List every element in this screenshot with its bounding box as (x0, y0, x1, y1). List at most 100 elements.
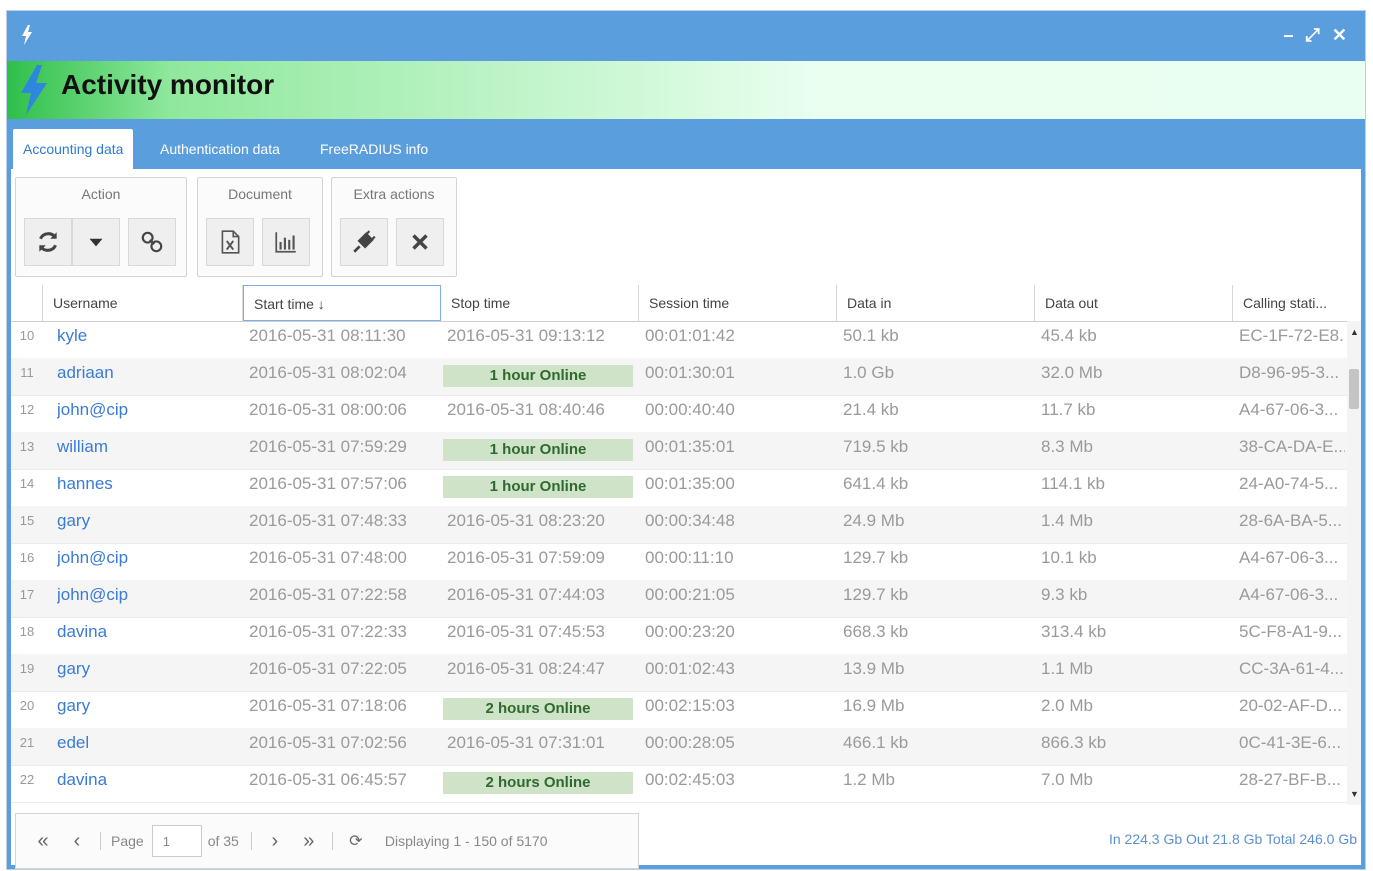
maximize-button[interactable]: ⤢ (1306, 25, 1320, 45)
column-data-out[interactable]: Data out (1035, 285, 1233, 321)
column-stop-time[interactable]: Stop time (441, 285, 639, 321)
column-username[interactable]: Username (43, 285, 243, 321)
table-row[interactable]: 10 kyle 2016-05-31 08:11:30 2016-05-31 09:1… (11, 321, 1347, 359)
table-row[interactable]: 19 gary 2016-05-31 07:22:05 2016-05-31 08:2… (11, 654, 1347, 692)
dropdown-button[interactable] (72, 218, 120, 266)
tab-bar: Accounting data Authentication data Free… (7, 119, 1365, 169)
start-time-cell: 2016-05-31 08:00:06 (249, 400, 407, 419)
data-in-cell: 466.1 kb (843, 733, 909, 752)
table-row[interactable]: 22 davina 2016-05-31 06:45:57 2 hours Onlin… (11, 765, 1347, 803)
pager-refresh-icon[interactable]: ⟳ (339, 831, 373, 851)
username-link[interactable]: edel (57, 728, 237, 765)
row-number: 11 (20, 365, 34, 380)
column-session-time[interactable]: Session time (639, 285, 837, 321)
username-link[interactable]: william (57, 432, 237, 469)
close-button[interactable]: ✕ (1332, 25, 1347, 45)
refresh-icon (39, 232, 57, 252)
tab-accounting-data[interactable]: Accounting data (13, 129, 134, 169)
calling-station-cell: D8-96-95-3... (1239, 363, 1340, 382)
tab-freeradius-info[interactable]: FreeRADIUS info (310, 129, 438, 169)
username-link[interactable]: hannes (57, 469, 237, 506)
link-button[interactable] (128, 218, 176, 266)
scrollbar-thumb[interactable] (1349, 369, 1359, 409)
data-in-cell: 1.0 Gb (843, 363, 895, 382)
page-number-input[interactable] (151, 825, 202, 857)
calling-station-cell: 20-02-AF-D... (1239, 696, 1342, 715)
username-link[interactable]: gary (57, 506, 237, 543)
bolt-logo-icon (21, 65, 47, 115)
online-badge: 1 hour Online (443, 439, 633, 461)
session-time-cell: 00:02:15:03 (645, 696, 735, 715)
disconnect-button[interactable] (340, 218, 388, 266)
chart-button[interactable] (262, 218, 310, 266)
export-excel-button[interactable] (206, 218, 254, 266)
start-time-cell: 2016-05-31 06:45:57 (249, 770, 407, 789)
data-in-cell: 13.9 Mb (843, 659, 905, 678)
row-number: 16 (19, 550, 35, 565)
start-time-cell: 2016-05-31 08:02:04 (249, 363, 407, 382)
first-page-icon[interactable]: « (26, 830, 60, 853)
table-row[interactable]: 18 davina 2016-05-31 07:22:33 2016-05-31 07… (11, 617, 1347, 655)
calling-station-cell: A4-67-06-3... (1239, 548, 1339, 567)
table-row[interactable]: 17 john@cip 2016-05-31 07:22:58 2016-05-31 … (11, 580, 1347, 618)
username-link[interactable]: john@cip (57, 395, 237, 432)
calling-station-cell: 28-27-BF-B... (1239, 770, 1342, 789)
start-time-cell: 2016-05-31 07:22:58 (249, 585, 407, 604)
username-link[interactable]: gary (57, 691, 237, 728)
pager-divider (331, 832, 333, 850)
stop-time-cell: 2016-05-31 08:40:46 (447, 400, 605, 419)
prev-page-icon[interactable]: ‹ (60, 830, 94, 853)
vertical-scrollbar[interactable]: ▲ ▼ (1347, 321, 1361, 805)
data-in-cell: 641.4 kb (843, 474, 909, 493)
row-number-header (11, 285, 43, 321)
action-group-label: Action (81, 186, 121, 202)
username-link[interactable]: davina (57, 765, 237, 802)
grid-header: Username Start time ↓ Stop time Session … (11, 285, 1361, 322)
username-link[interactable]: gary (57, 654, 237, 691)
table-row[interactable]: 21 edel 2016-05-31 07:02:56 2016-05-31 07:3… (11, 728, 1347, 766)
scroll-down-icon[interactable]: ▼ (1350, 789, 1359, 799)
data-out-cell: 313.4 kb (1041, 622, 1107, 641)
table-row[interactable]: 20 gary 2016-05-31 07:18:06 2 hours Online 0… (11, 691, 1347, 729)
row-number: 14 (19, 476, 35, 491)
username-link[interactable]: john@cip (57, 580, 237, 617)
username-link[interactable]: kyle (57, 321, 237, 358)
username-link[interactable]: john@cip (57, 543, 237, 580)
calling-station-cell: 38-CA-DA-E... (1239, 437, 1345, 456)
column-data-in[interactable]: Data in (837, 285, 1035, 321)
username-link[interactable]: davina (57, 617, 237, 654)
column-calling-station[interactable]: Calling stati... (1233, 285, 1361, 321)
start-time-cell: 2016-05-31 07:57:06 (249, 474, 407, 493)
grid-footer: « ‹ Page of 35 › » ⟳ Displaying 1 - 150 … (7, 805, 1365, 869)
username-link[interactable]: adriaan (57, 358, 237, 395)
delete-button[interactable] (396, 218, 444, 266)
table-row[interactable]: 13 william 2016-05-31 07:59:29 1 hour Onlin… (11, 432, 1347, 470)
pager-divider (250, 832, 252, 850)
grid-rows: 10 kyle 2016-05-31 08:11:30 2016-05-31 09:1… (11, 321, 1347, 805)
session-time-cell: 00:00:34:48 (645, 511, 735, 530)
tab-authentication-data[interactable]: Authentication data (150, 129, 290, 169)
minimize-button[interactable]: – (1283, 25, 1293, 45)
displaying-info: Displaying 1 - 150 of 5170 (384, 833, 548, 849)
column-start-time[interactable]: Start time ↓ (243, 285, 441, 321)
table-row[interactable]: 14 hannes 2016-05-31 07:57:06 1 hour Online… (11, 469, 1347, 507)
table-row[interactable]: 16 john@cip 2016-05-31 07:48:00 2016-05-31 … (11, 543, 1347, 581)
page-label: Page (111, 833, 144, 849)
excel-file-icon (221, 230, 240, 254)
scroll-up-icon[interactable]: ▲ (1350, 327, 1359, 337)
window-controls: – ⤢ ✕ (1283, 25, 1347, 45)
table-row[interactable]: 11 adriaan 2016-05-31 08:02:04 1 hour Onlin… (11, 358, 1347, 396)
data-out-cell: 1.4 Mb (1041, 511, 1093, 530)
last-page-icon[interactable]: » (292, 830, 326, 853)
table-row[interactable]: 12 john@cip 2016-05-31 08:00:06 2016-05-31 … (11, 395, 1347, 433)
document-group-label: Document (228, 186, 292, 202)
data-out-cell: 7.0 Mb (1041, 770, 1093, 789)
data-in-cell: 21.4 kb (843, 400, 899, 419)
table-row[interactable]: 15 gary 2016-05-31 07:48:33 2016-05-31 08:2… (11, 506, 1347, 544)
row-number: 19 (19, 661, 35, 676)
close-x-icon (412, 234, 428, 250)
session-time-cell: 00:01:35:01 (645, 437, 735, 456)
refresh-button[interactable] (24, 218, 72, 266)
next-page-icon[interactable]: › (258, 830, 292, 853)
data-out-cell: 10.1 kb (1041, 548, 1097, 567)
